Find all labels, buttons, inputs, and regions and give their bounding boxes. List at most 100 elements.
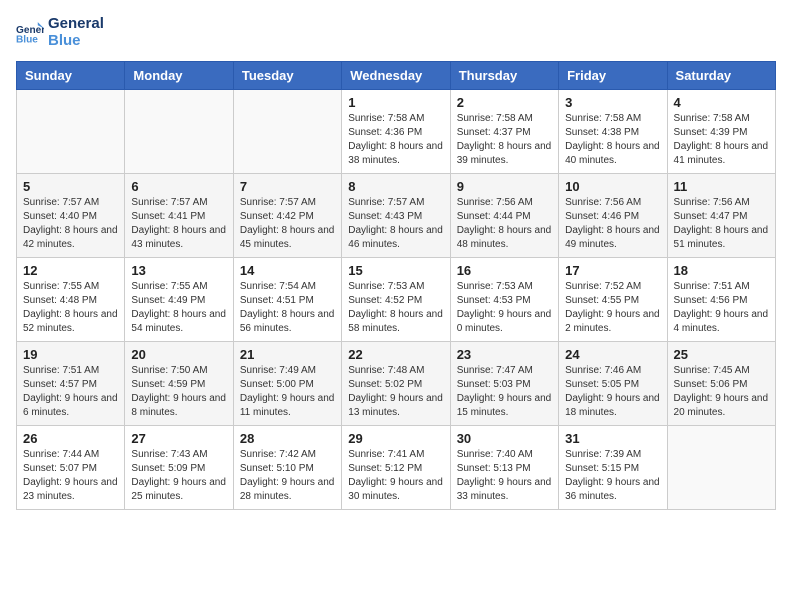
calendar-cell: 7 Sunrise: 7:57 AM Sunset: 4:42 PM Daylig…	[233, 174, 341, 258]
calendar-cell: 26 Sunrise: 7:44 AM Sunset: 5:07 PM Dayli…	[17, 426, 125, 510]
day-info: Sunrise: 7:43 AM Sunset: 5:09 PM Dayligh…	[131, 448, 226, 504]
weekday-header-cell: Sunday	[17, 62, 125, 90]
day-info: Sunrise: 7:42 AM Sunset: 5:10 PM Dayligh…	[240, 448, 335, 504]
day-number: 25	[674, 347, 769, 362]
day-number: 9	[457, 179, 552, 194]
day-number: 12	[23, 263, 118, 278]
calendar-cell: 19Sunrise: 7:51 AM Sunset: 4:57 PM Dayli…	[17, 342, 125, 426]
calendar-cell: 6 Sunrise: 7:57 AM Sunset: 4:41 PM Daylig…	[125, 174, 233, 258]
day-info: Sunrise: 7:57 AM Sunset: 4:42 PM Dayligh…	[240, 196, 335, 252]
calendar-cell: 31Sunrise: 7:39 AM Sunset: 5:15 PM Dayli…	[559, 426, 667, 510]
day-number: 1	[348, 95, 443, 110]
day-info: Sunrise: 7:56 AM Sunset: 4:44 PM Dayligh…	[457, 196, 552, 252]
calendar-cell: 4 Sunrise: 7:58 AM Sunset: 4:39 PM Daylig…	[667, 90, 775, 174]
calendar-cell: 21 Sunrise: 7:49 AM Sunset: 5:00 PM Dayli…	[233, 342, 341, 426]
svg-text:Blue: Blue	[16, 34, 38, 45]
calendar-cell: 22 Sunrise: 7:48 AM Sunset: 5:02 PM Dayli…	[342, 342, 450, 426]
weekday-header-cell: Tuesday	[233, 62, 341, 90]
calendar-cell: 15 Sunrise: 7:53 AM Sunset: 4:52 PM Dayli…	[342, 258, 450, 342]
weekday-header-cell: Monday	[125, 62, 233, 90]
logo: General Blue General Blue	[16, 16, 104, 49]
day-number: 18	[674, 263, 769, 278]
day-info: Sunrise: 7:56 AM Sunset: 4:47 PM Dayligh…	[674, 196, 769, 252]
calendar-week-row: 19Sunrise: 7:51 AM Sunset: 4:57 PM Dayli…	[17, 342, 776, 426]
day-number: 29	[348, 431, 443, 446]
calendar-cell: 11 Sunrise: 7:56 AM Sunset: 4:47 PM Dayli…	[667, 174, 775, 258]
day-info: Sunrise: 7:44 AM Sunset: 5:07 PM Dayligh…	[23, 448, 118, 504]
day-info: Sunrise: 7:55 AM Sunset: 4:48 PM Dayligh…	[23, 280, 118, 336]
day-number: 30	[457, 431, 552, 446]
calendar-cell: 13Sunrise: 7:55 AM Sunset: 4:49 PM Dayli…	[125, 258, 233, 342]
header: General Blue General Blue	[16, 16, 776, 49]
day-number: 11	[674, 179, 769, 194]
calendar-body: 1 Sunrise: 7:58 AM Sunset: 4:36 PM Daylig…	[17, 90, 776, 510]
calendar-cell: 9 Sunrise: 7:56 AM Sunset: 4:44 PM Daylig…	[450, 174, 558, 258]
calendar-cell: 16 Sunrise: 7:53 AM Sunset: 4:53 PM Dayli…	[450, 258, 558, 342]
calendar-week-row: 1 Sunrise: 7:58 AM Sunset: 4:36 PM Daylig…	[17, 90, 776, 174]
day-number: 14	[240, 263, 335, 278]
logo-blue: Blue	[48, 33, 104, 50]
calendar-cell: 3 Sunrise: 7:58 AM Sunset: 4:38 PM Daylig…	[559, 90, 667, 174]
calendar-week-row: 5 Sunrise: 7:57 AM Sunset: 4:40 PM Daylig…	[17, 174, 776, 258]
calendar-cell: 28 Sunrise: 7:42 AM Sunset: 5:10 PM Dayli…	[233, 426, 341, 510]
calendar-cell	[17, 90, 125, 174]
calendar-cell: 29 Sunrise: 7:41 AM Sunset: 5:12 PM Dayli…	[342, 426, 450, 510]
calendar-cell: 20 Sunrise: 7:50 AM Sunset: 4:59 PM Dayli…	[125, 342, 233, 426]
day-number: 5	[23, 179, 118, 194]
day-info: Sunrise: 7:45 AM Sunset: 5:06 PM Dayligh…	[674, 364, 769, 420]
day-info: Sunrise: 7:52 AM Sunset: 4:55 PM Dayligh…	[565, 280, 660, 336]
calendar-cell: 10 Sunrise: 7:56 AM Sunset: 4:46 PM Dayli…	[559, 174, 667, 258]
day-number: 26	[23, 431, 118, 446]
calendar-cell: 23 Sunrise: 7:47 AM Sunset: 5:03 PM Dayli…	[450, 342, 558, 426]
day-number: 15	[348, 263, 443, 278]
calendar-cell: 18 Sunrise: 7:51 AM Sunset: 4:56 PM Dayli…	[667, 258, 775, 342]
calendar-cell	[125, 90, 233, 174]
weekday-header-cell: Thursday	[450, 62, 558, 90]
calendar-cell	[233, 90, 341, 174]
day-info: Sunrise: 7:39 AM Sunset: 5:15 PM Dayligh…	[565, 448, 660, 504]
day-info: Sunrise: 7:56 AM Sunset: 4:46 PM Dayligh…	[565, 196, 660, 252]
day-number: 16	[457, 263, 552, 278]
day-info: Sunrise: 7:58 AM Sunset: 4:39 PM Dayligh…	[674, 112, 769, 168]
day-number: 28	[240, 431, 335, 446]
day-info: Sunrise: 7:58 AM Sunset: 4:38 PM Dayligh…	[565, 112, 660, 168]
day-info: Sunrise: 7:54 AM Sunset: 4:51 PM Dayligh…	[240, 280, 335, 336]
day-number: 17	[565, 263, 660, 278]
calendar-cell: 5 Sunrise: 7:57 AM Sunset: 4:40 PM Daylig…	[17, 174, 125, 258]
day-number: 3	[565, 95, 660, 110]
calendar-cell: 2Sunrise: 7:58 AM Sunset: 4:37 PM Daylig…	[450, 90, 558, 174]
day-info: Sunrise: 7:48 AM Sunset: 5:02 PM Dayligh…	[348, 364, 443, 420]
day-info: Sunrise: 7:46 AM Sunset: 5:05 PM Dayligh…	[565, 364, 660, 420]
calendar-week-row: 26 Sunrise: 7:44 AM Sunset: 5:07 PM Dayli…	[17, 426, 776, 510]
day-info: Sunrise: 7:51 AM Sunset: 4:57 PM Dayligh…	[23, 364, 118, 420]
day-number: 6	[131, 179, 226, 194]
day-number: 20	[131, 347, 226, 362]
day-info: Sunrise: 7:47 AM Sunset: 5:03 PM Dayligh…	[457, 364, 552, 420]
day-info: Sunrise: 7:57 AM Sunset: 4:41 PM Dayligh…	[131, 196, 226, 252]
day-info: Sunrise: 7:49 AM Sunset: 5:00 PM Dayligh…	[240, 364, 335, 420]
calendar-table: SundayMondayTuesdayWednesdayThursdayFrid…	[16, 61, 776, 510]
day-number: 10	[565, 179, 660, 194]
day-info: Sunrise: 7:53 AM Sunset: 4:53 PM Dayligh…	[457, 280, 552, 336]
day-info: Sunrise: 7:51 AM Sunset: 4:56 PM Dayligh…	[674, 280, 769, 336]
weekday-header-cell: Wednesday	[342, 62, 450, 90]
calendar-cell: 14 Sunrise: 7:54 AM Sunset: 4:51 PM Dayli…	[233, 258, 341, 342]
calendar-cell: 27Sunrise: 7:43 AM Sunset: 5:09 PM Dayli…	[125, 426, 233, 510]
day-number: 4	[674, 95, 769, 110]
day-info: Sunrise: 7:53 AM Sunset: 4:52 PM Dayligh…	[348, 280, 443, 336]
day-info: Sunrise: 7:57 AM Sunset: 4:40 PM Dayligh…	[23, 196, 118, 252]
logo-general: General	[48, 16, 104, 33]
day-info: Sunrise: 7:57 AM Sunset: 4:43 PM Dayligh…	[348, 196, 443, 252]
day-info: Sunrise: 7:40 AM Sunset: 5:13 PM Dayligh…	[457, 448, 552, 504]
day-info: Sunrise: 7:58 AM Sunset: 4:36 PM Dayligh…	[348, 112, 443, 168]
weekday-header-row: SundayMondayTuesdayWednesdayThursdayFrid…	[17, 62, 776, 90]
day-number: 23	[457, 347, 552, 362]
calendar-cell: 17 Sunrise: 7:52 AM Sunset: 4:55 PM Dayli…	[559, 258, 667, 342]
calendar-cell: 12 Sunrise: 7:55 AM Sunset: 4:48 PM Dayli…	[17, 258, 125, 342]
day-info: Sunrise: 7:41 AM Sunset: 5:12 PM Dayligh…	[348, 448, 443, 504]
day-info: Sunrise: 7:50 AM Sunset: 4:59 PM Dayligh…	[131, 364, 226, 420]
day-number: 21	[240, 347, 335, 362]
day-number: 22	[348, 347, 443, 362]
day-number: 7	[240, 179, 335, 194]
day-info: Sunrise: 7:58 AM Sunset: 4:37 PM Dayligh…	[457, 112, 552, 168]
